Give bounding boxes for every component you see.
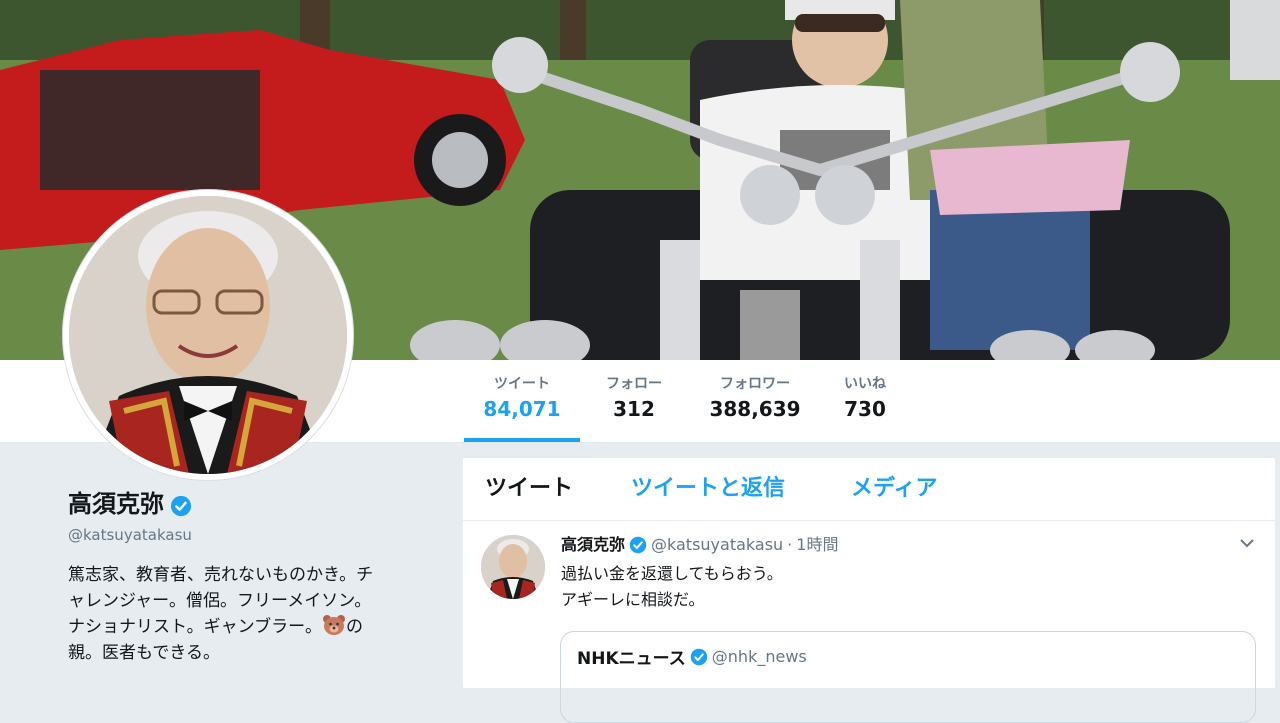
tweet-separator: · bbox=[787, 535, 793, 554]
stat-label: フォロワー bbox=[720, 376, 790, 392]
stat-likes[interactable]: いいね 730 bbox=[832, 374, 898, 424]
timeline-tabs: ツイート ツイートと返信 メディア bbox=[463, 458, 1275, 521]
quoted-tweet-header: NHKニュース @nhk_news bbox=[577, 644, 807, 669]
stat-following[interactable]: フォロー 312 bbox=[594, 374, 674, 424]
bio-line: ャレンジャー。僧侶。フリーメイソン。 bbox=[68, 591, 372, 611]
stat-tweets[interactable]: ツイート 84,071 bbox=[464, 374, 580, 442]
stat-value: 84,071 bbox=[483, 397, 561, 421]
tweet-text-line: アギーレに相談だ。 bbox=[561, 590, 705, 609]
tab-tweets[interactable]: ツイート bbox=[485, 474, 573, 504]
tweet-author-handle[interactable]: @katsuyatakasu bbox=[651, 533, 783, 557]
verified-badge-icon bbox=[690, 648, 708, 666]
tweet-header: 高須克弥 @katsuyatakasu · 1時間 bbox=[561, 533, 838, 557]
verified-badge-icon bbox=[629, 536, 647, 554]
timeline: ツイート ツイートと返信 メディア 高須克弥 @katsuyatakasu · … bbox=[463, 458, 1275, 723]
profile-avatar[interactable] bbox=[63, 190, 353, 480]
stat-value: 388,639 bbox=[709, 397, 801, 421]
bio-text: の bbox=[345, 617, 363, 637]
stat-value: 312 bbox=[613, 397, 655, 421]
tab-tweets-and-replies[interactable]: ツイートと返信 bbox=[631, 474, 785, 504]
stat-label: ツイート bbox=[494, 376, 550, 392]
quoted-author-name: NHKニュース bbox=[577, 649, 686, 669]
bio-line: ナショナリスト。ギャンブラー。 の bbox=[68, 614, 438, 640]
tweet-text: 過払い金を返還してもらおう。 アギーレに相談だ。 bbox=[561, 561, 783, 613]
profile-handle[interactable]: @katsuyatakasu bbox=[68, 526, 438, 544]
bio-text: ナショナリスト。ギャンブラー。 bbox=[68, 617, 322, 637]
profile-bio: 篤志家、教育者、売れないものかき。チ ャレンジャー。僧侶。フリーメイソン。 ナシ… bbox=[68, 562, 438, 666]
stat-followers[interactable]: フォロワー 388,639 bbox=[700, 374, 810, 424]
bio-line: 親。医者もできる。 bbox=[68, 643, 220, 663]
tweet-text-line: 過払い金を返還してもらおう。 bbox=[561, 564, 783, 583]
stat-label: いいね bbox=[844, 376, 886, 392]
bio-line: 篤志家、教育者、売れないものかき。チ bbox=[68, 565, 374, 585]
stat-value: 730 bbox=[844, 397, 886, 421]
profile-info: 高須克弥 @katsuyatakasu 篤志家、教育者、売れないものかき。チ ャ… bbox=[68, 488, 438, 666]
tweet-avatar[interactable] bbox=[481, 535, 545, 599]
profile-name[interactable]: 高須克弥 bbox=[68, 488, 164, 520]
bear-face-emoji-icon bbox=[322, 614, 346, 636]
stat-label: フォロー bbox=[606, 376, 662, 392]
quoted-author-handle: @nhk_news bbox=[711, 647, 807, 666]
tab-media[interactable]: メディア bbox=[851, 474, 937, 504]
profile-name-row: 高須克弥 bbox=[68, 488, 438, 520]
quoted-tweet[interactable]: NHKニュース @nhk_news bbox=[560, 631, 1256, 723]
chevron-down-icon[interactable] bbox=[1239, 535, 1255, 551]
tweet-timestamp[interactable]: 1時間 bbox=[796, 533, 838, 557]
tweet-author-name[interactable]: 高須克弥 bbox=[561, 533, 625, 557]
verified-badge-icon bbox=[170, 493, 192, 517]
